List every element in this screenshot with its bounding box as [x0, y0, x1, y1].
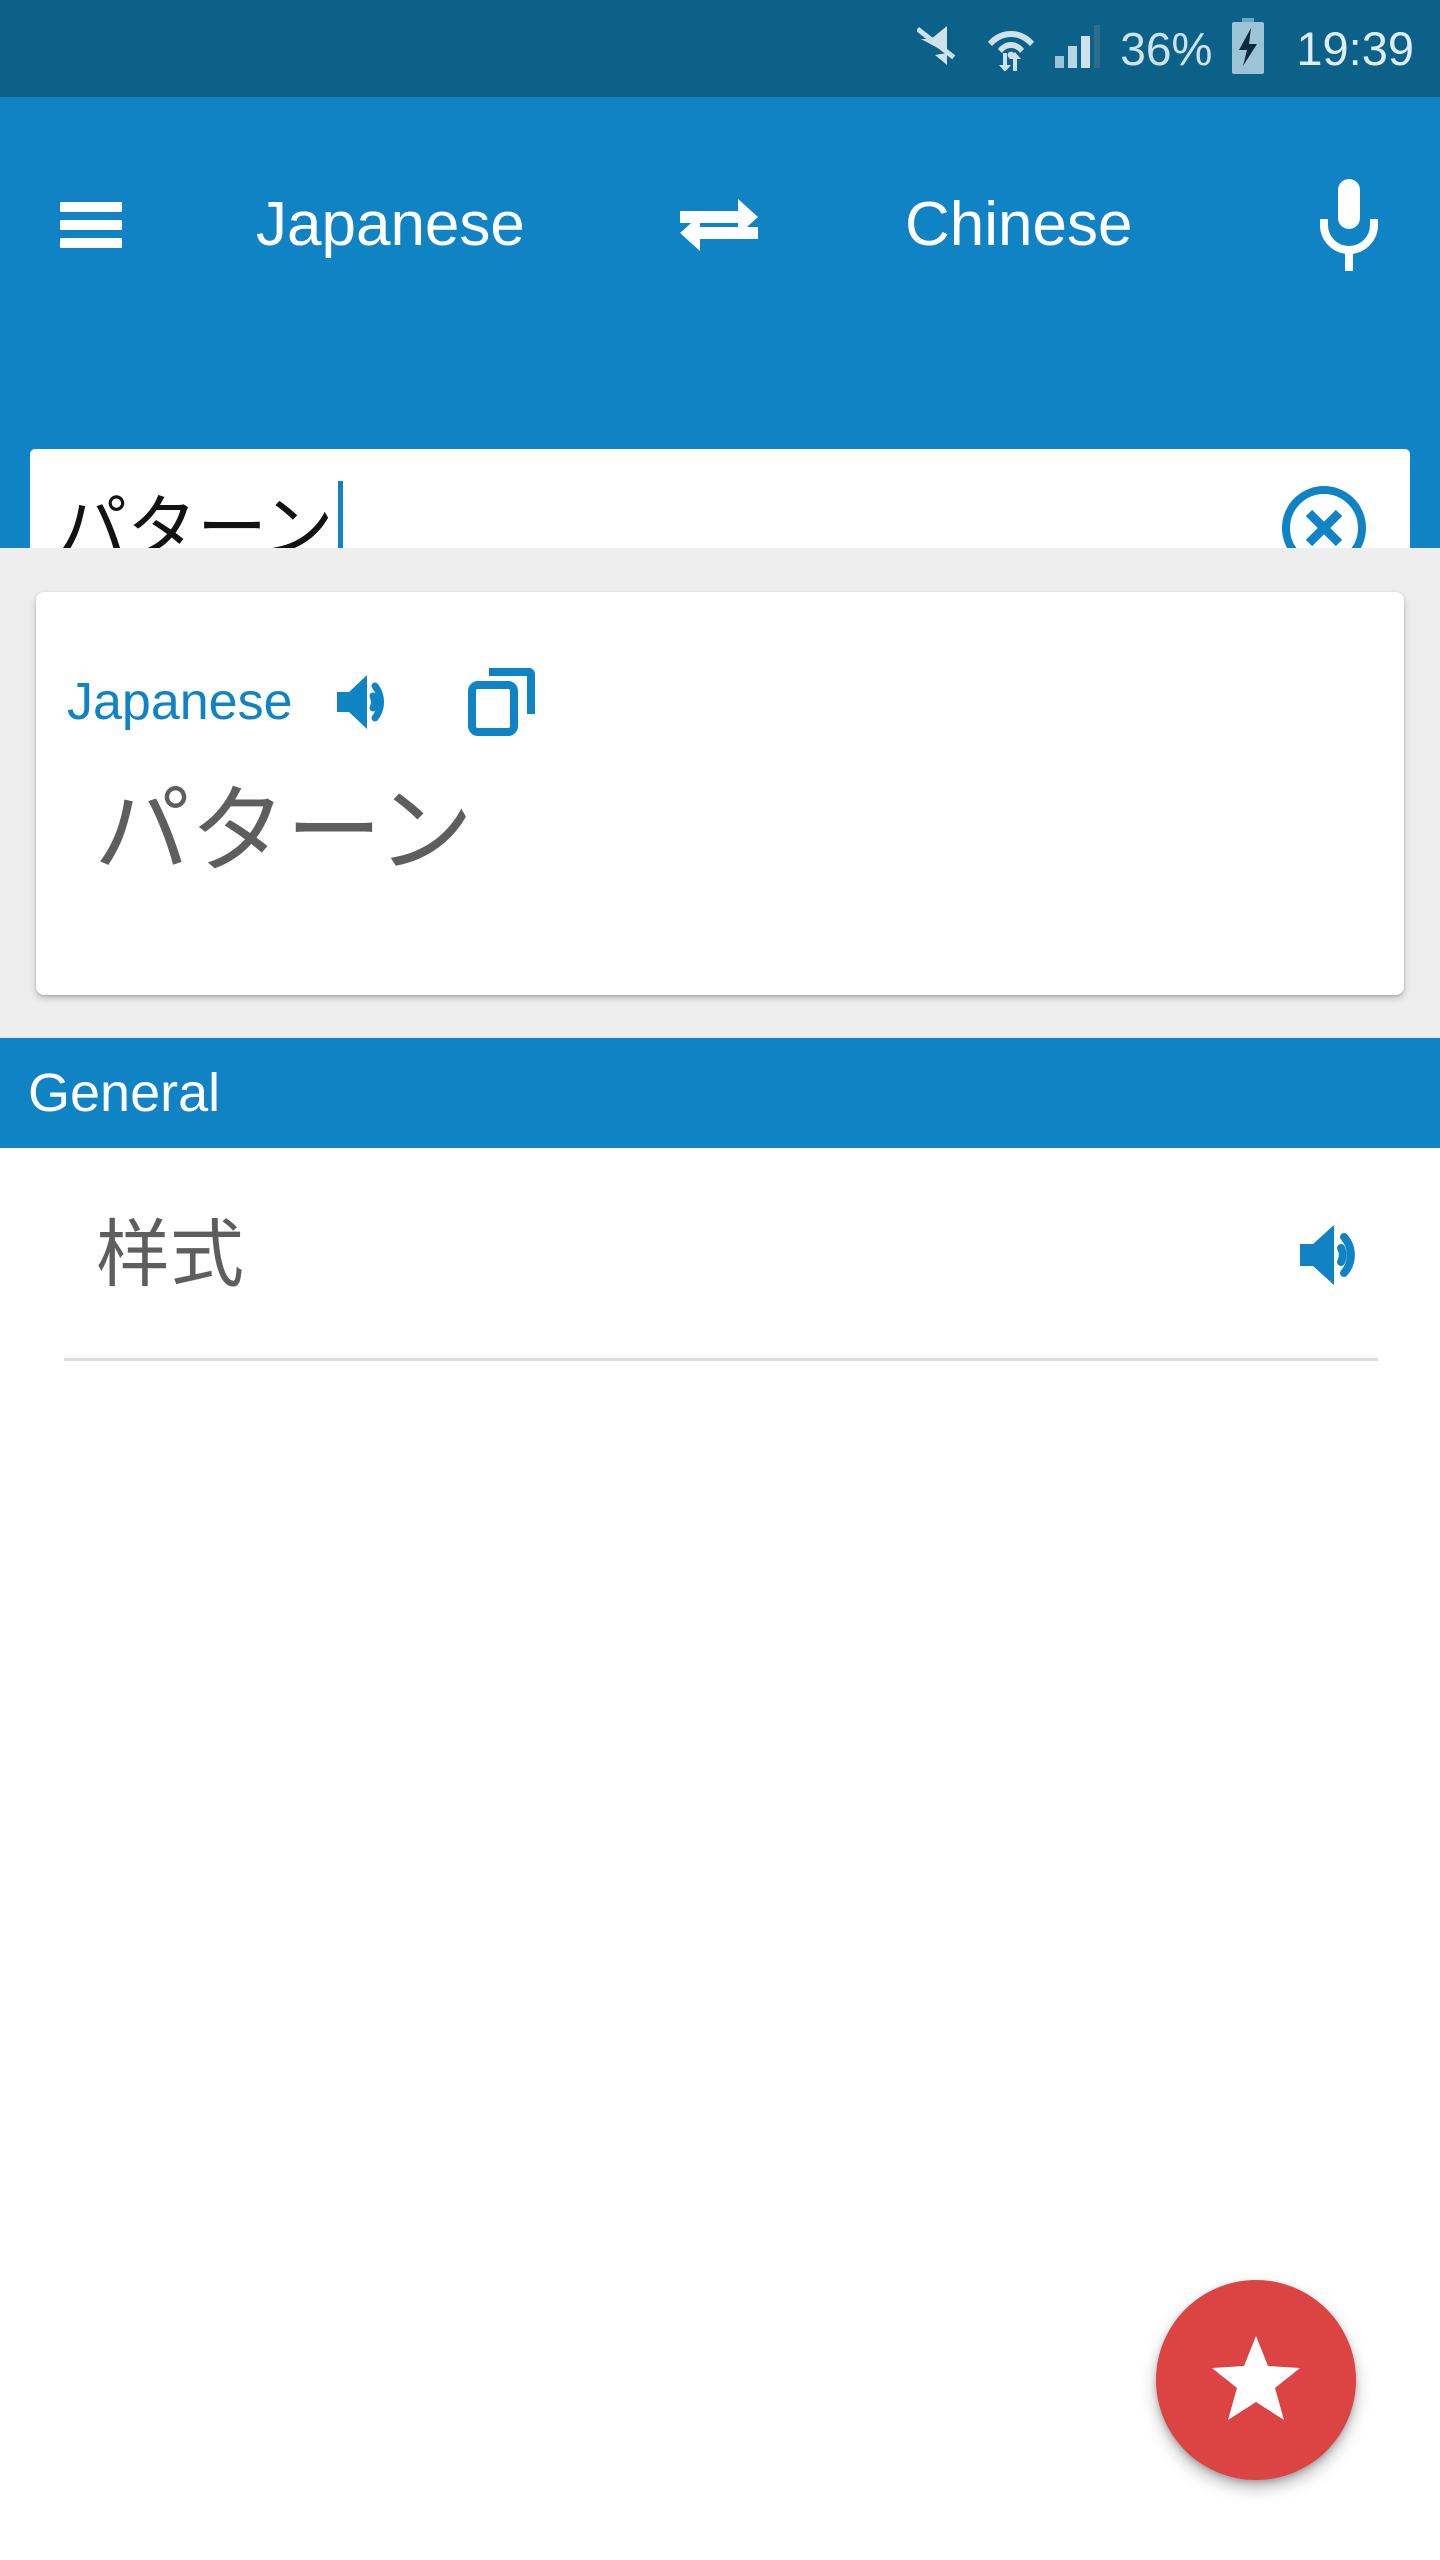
battery-percent-label: 36% [1120, 22, 1213, 75]
section-header-general: General [0, 1038, 1440, 1148]
content-area: Japanese パターン General 样式 [0, 548, 1440, 2560]
speaker-icon[interactable] [1294, 1213, 1378, 1297]
section-header-label: General [28, 1063, 221, 1123]
hamburger-bar [60, 201, 122, 212]
star-icon [1210, 2334, 1302, 2427]
translation-results-list: 样式 [0, 1148, 1440, 1361]
status-clock: 19:39 [1296, 22, 1414, 75]
mute-icon [916, 23, 969, 74]
copy-icon[interactable] [465, 666, 537, 738]
source-card-word: パターン [94, 778, 474, 885]
hamburger-menu-icon[interactable] [60, 201, 122, 248]
hamburger-bar [60, 219, 122, 230]
source-language-button[interactable]: Japanese [256, 193, 525, 256]
app-bar-row: Japanese Chinese [0, 97, 1440, 352]
swap-languages-button[interactable] [678, 193, 760, 257]
row-divider [64, 1358, 1378, 1361]
wifi-transfer-icon [986, 21, 1036, 76]
status-bar: 36% 19:39 [0, 0, 1440, 97]
source-word-card: Japanese パターン [36, 592, 1404, 995]
translation-word: 样式 [96, 1212, 244, 1296]
app-root: 36% 19:39 Japanese Chinese パターン Japanese… [0, 0, 1440, 2560]
hamburger-bar [60, 237, 122, 248]
table-row[interactable]: 样式 [0, 1148, 1440, 1361]
source-card-header: Japanese [67, 666, 537, 738]
target-language-button[interactable]: Chinese [905, 193, 1132, 256]
status-bar-icons: 36% 19:39 [916, 18, 1414, 79]
speaker-icon[interactable] [333, 666, 405, 738]
source-card-language-label: Japanese [67, 673, 293, 731]
cellular-signal-icon [1053, 24, 1101, 73]
favorites-fab[interactable] [1156, 2280, 1356, 2480]
app-bar: Japanese Chinese パターン [0, 97, 1440, 607]
battery-charging-icon [1229, 18, 1267, 79]
microphone-icon[interactable] [1310, 177, 1388, 273]
